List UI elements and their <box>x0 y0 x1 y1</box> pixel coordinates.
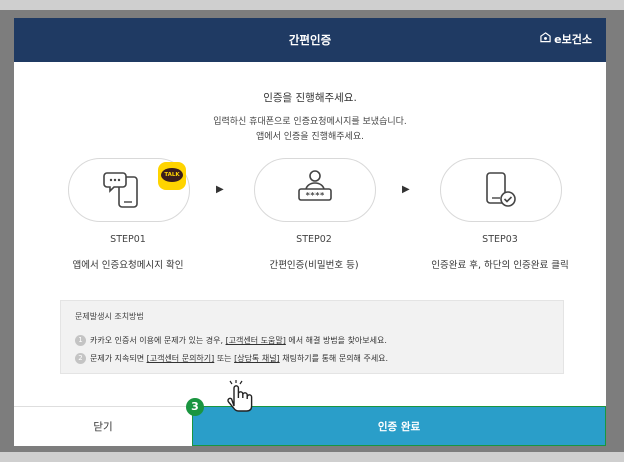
modal-footer: 닫기 인증 완료 <box>14 406 606 446</box>
brand-logo-icon <box>540 18 551 62</box>
step-2-icon-box: **** <box>254 158 376 222</box>
troubleshooting-box: 문제발생시 조치방법 1 카카오 인증서 이용에 문제가 있는 경우, [고객센… <box>60 300 564 374</box>
step-number-badge: 3 <box>186 398 204 416</box>
number-1-icon: 1 <box>75 335 86 346</box>
background-page-edge <box>0 0 624 10</box>
step-3-description: 인증완료 후, 하단의 인증완료 클릭 <box>431 260 569 271</box>
brand-logo: e보건소 <box>540 18 592 62</box>
step-2-description: 간편인증(비밀번호 등) <box>269 260 359 271</box>
step-3-icon-box <box>440 158 562 222</box>
modal-header: 간편인증 e보건소 <box>14 18 606 62</box>
kakaotalk-badge-icon: TALK <box>158 162 186 190</box>
step-1-label: STEP01 <box>110 234 146 245</box>
password-mask-text: **** <box>305 191 324 200</box>
troubleshooting-title: 문제발생시 조치방법 <box>75 312 144 321</box>
auth-modal: 간편인증 e보건소 인증을 진행해주세요. 입력하신 휴대폰으로 인증요청메시지… <box>14 18 606 446</box>
arrow-right-icon: ▶ <box>216 184 224 195</box>
brand-name: e보건소 <box>554 33 592 46</box>
intro-text-line-1: 입력하신 휴대폰으로 인증요청메시지를 보냈습니다. <box>213 117 407 127</box>
step-1-description: 앱에서 인증요청메시지 확인 <box>72 260 184 271</box>
background-page-edge <box>0 452 624 462</box>
chat-channel-link[interactable]: [상담톡 채널] <box>234 354 280 363</box>
talk-label: TALK <box>161 168 183 182</box>
troubleshooting-item-1: 1 카카오 인증서 이용에 문제가 있는 경우, [고객센터 도움말] 에서 해… <box>75 335 387 346</box>
number-2-icon: 2 <box>75 353 86 364</box>
password-user-icon: **** <box>298 170 332 201</box>
close-button[interactable]: 닫기 <box>14 406 192 446</box>
customer-center-inquiry-link[interactable]: [고객센터 문의하기] <box>147 354 215 363</box>
intro-text-line-2: 앱에서 인증을 진행해주세요. <box>256 132 364 142</box>
step-2-label: STEP02 <box>296 234 332 245</box>
modal-title: 간편인증 <box>288 33 332 47</box>
customer-center-help-link[interactable]: [고객센터 도움말] <box>226 336 286 345</box>
troubleshooting-item-2: 2 문제가 지속되면 [고객센터 문의하기] 또는 [상담톡 채널] 채팅하기를… <box>75 353 388 364</box>
phone-check-icon <box>486 172 516 207</box>
step-3-label: STEP03 <box>482 234 518 245</box>
pointer-hand-icon <box>222 380 262 420</box>
intro-heading: 인증을 진행해주세요. <box>263 92 357 104</box>
arrow-right-icon: ▶ <box>402 184 410 195</box>
